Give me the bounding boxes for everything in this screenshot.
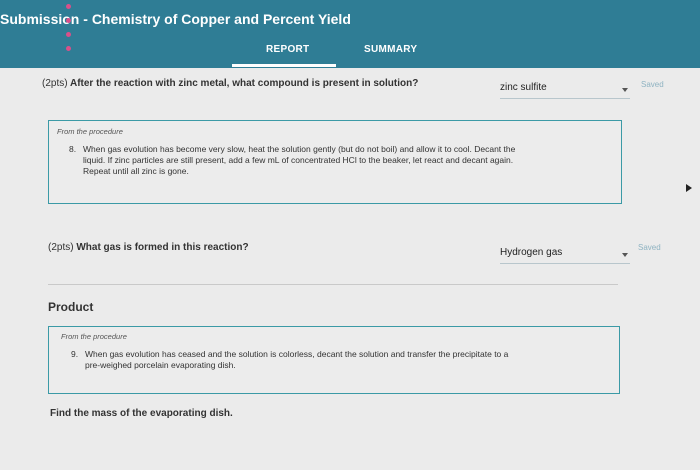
question-2-answer-value: Hydrogen gas (500, 247, 563, 258)
chevron-down-icon[interactable] (622, 253, 628, 257)
progress-dots-icon (66, 4, 74, 60)
question-1-answer-select[interactable]: zinc sulfite (500, 80, 630, 99)
procedure-box-step-9: From the procedure 9. When gas evolution… (48, 326, 620, 394)
question-2: (2pts) What gas is formed in this reacti… (48, 242, 249, 253)
title-separator: - (79, 11, 92, 27)
question-2-answer-select[interactable]: Hydrogen gas (500, 245, 630, 264)
page-title: Submission - Chemistry of Copper and Per… (0, 11, 351, 27)
question-2-saved-status: Saved (638, 243, 661, 252)
question-1: (2pts) After the reaction with zinc meta… (42, 78, 418, 89)
product-question: Find the mass of the evaporating dish. (50, 408, 233, 419)
tab-summary[interactable]: SUMMARY (364, 44, 417, 55)
question-1-text: After the reaction with zinc metal, what… (69, 78, 419, 89)
procedure-step-9: 9. When gas evolution has ceased and the… (71, 349, 611, 377)
procedure-box-step-8: From the procedure 8. When gas evolution… (48, 120, 622, 204)
title-main: Chemistry of Copper and Percent Yield (91, 11, 351, 27)
tab-report[interactable]: REPORT (266, 44, 309, 55)
step-line: pre-weighed porcelain evaporating dish. (85, 360, 236, 370)
procedure-step-8: 8. When gas evolution has become very sl… (69, 144, 614, 184)
question-1-points: (2pts) (42, 78, 68, 89)
step-line: liquid. If zinc particles are still pres… (83, 155, 514, 165)
chevron-down-icon[interactable] (622, 88, 628, 92)
cursor-icon (686, 184, 692, 192)
divider (48, 284, 618, 285)
question-1-answer-value: zinc sulfite (500, 82, 547, 93)
procedure-label: From the procedure (57, 127, 123, 136)
question-1-saved-status: Saved (641, 80, 664, 89)
question-2-text: What gas is formed in this reaction? (76, 242, 249, 253)
step-number: 8. (69, 144, 77, 154)
step-line: When gas evolution has become very slow,… (83, 144, 516, 154)
step-number: 9. (71, 349, 79, 359)
app-header: Submission - Chemistry of Copper and Per… (0, 0, 700, 68)
step-line: Repeat until all zinc is gone. (83, 166, 189, 176)
procedure-label: From the procedure (61, 332, 127, 341)
product-section-title: Product (48, 300, 94, 314)
step-line: When gas evolution has ceased and the so… (85, 349, 509, 359)
active-tab-indicator (232, 64, 336, 67)
question-2-points: (2pts) (48, 242, 74, 253)
